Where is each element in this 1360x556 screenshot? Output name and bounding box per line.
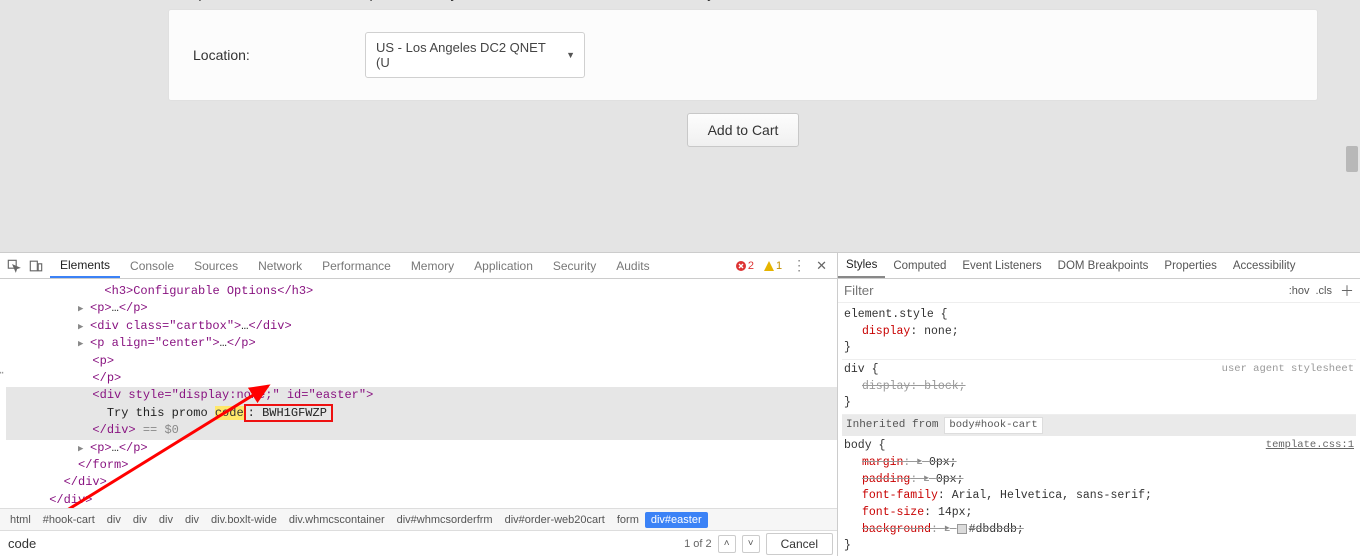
scrollbar[interactable] xyxy=(1346,146,1358,172)
add-rule-button[interactable]: ＋ xyxy=(1340,281,1354,301)
options-card: Location: US - Los Angeles DC2 QNET (U ▼ xyxy=(168,9,1318,101)
crumb-div[interactable]: div xyxy=(127,512,153,528)
tab-network[interactable]: Network xyxy=(248,253,312,278)
tab-properties[interactable]: Properties xyxy=(1156,253,1224,278)
highlighted-match: code xyxy=(215,406,244,420)
tab-security[interactable]: Security xyxy=(543,253,606,278)
color-swatch-icon[interactable] xyxy=(957,524,967,534)
location-select[interactable]: US - Los Angeles DC2 QNET (U xyxy=(365,32,585,78)
gutter-icon: ⋯ xyxy=(0,367,5,383)
find-prev-button[interactable]: ˄ xyxy=(718,535,736,553)
crumb-boxlt[interactable]: div.boxlt-wide xyxy=(205,512,283,528)
intro-text: This product/service has some options wh… xyxy=(168,0,1318,3)
inherited-chip[interactable]: body#hook-cart xyxy=(944,417,1042,434)
find-next-button[interactable]: ˅ xyxy=(742,535,760,553)
crumb-easter[interactable]: div#easter xyxy=(645,512,708,528)
breadcrumb: html #hook-cart div div div div div.boxl… xyxy=(0,508,837,530)
crumb-div[interactable]: div xyxy=(101,512,127,528)
crumb-html[interactable]: html xyxy=(4,512,37,528)
find-cancel-button[interactable]: Cancel xyxy=(766,533,833,555)
crumb-hook-cart[interactable]: #hook-cart xyxy=(37,512,101,528)
styles-tabs: Styles Computed Event Listeners DOM Brea… xyxy=(838,253,1360,279)
tab-computed[interactable]: Computed xyxy=(885,253,954,278)
css-source-link[interactable]: template.css:1 xyxy=(1266,438,1354,453)
devtools-tabs: Elements Console Sources Network Perform… xyxy=(0,253,837,279)
tab-performance[interactable]: Performance xyxy=(312,253,401,278)
inspect-icon[interactable] xyxy=(6,258,22,274)
dom-tree[interactable]: ⋯ <h3>Configurable Options</h3> ▶<p>…</p… xyxy=(0,279,837,508)
tab-application[interactable]: Application xyxy=(464,253,543,278)
cls-toggle[interactable]: .cls xyxy=(1316,285,1333,297)
tab-event-listeners[interactable]: Event Listeners xyxy=(954,253,1049,278)
devtools-panel: Elements Console Sources Network Perform… xyxy=(0,252,1360,556)
find-count: 1 of 2 xyxy=(684,538,712,550)
error-count[interactable]: 2 xyxy=(736,260,754,272)
crumb-order-web20cart[interactable]: div#order-web20cart xyxy=(499,512,611,528)
crumb-div[interactable]: div xyxy=(153,512,179,528)
inherited-bar: Inherited from body#hook-cart xyxy=(842,415,1356,436)
tab-memory[interactable]: Memory xyxy=(401,253,464,278)
find-input[interactable] xyxy=(4,534,678,553)
tab-sources[interactable]: Sources xyxy=(184,253,248,278)
tab-audits[interactable]: Audits xyxy=(606,253,659,278)
tab-accessibility[interactable]: Accessibility xyxy=(1225,253,1304,278)
crumb-form[interactable]: form xyxy=(611,512,645,528)
tab-console[interactable]: Console xyxy=(120,253,184,278)
crumb-orderfrm[interactable]: div#whmcsorderfrm xyxy=(391,512,499,528)
device-toggle-icon[interactable] xyxy=(28,258,44,274)
crumb-div[interactable]: div xyxy=(179,512,205,528)
ua-note: user agent stylesheet xyxy=(1222,362,1354,377)
styles-filter-input[interactable] xyxy=(844,283,1283,298)
tab-styles[interactable]: Styles xyxy=(838,253,885,278)
styles-body[interactable]: element.style { display: none; } user ag… xyxy=(838,303,1360,556)
tab-dom-breakpoints[interactable]: DOM Breakpoints xyxy=(1050,253,1157,278)
warning-count[interactable]: 1 xyxy=(764,260,782,272)
location-label: Location: xyxy=(193,47,365,63)
hov-toggle[interactable]: :hov xyxy=(1289,285,1310,297)
promo-code-highlight: : BWH1GFWZP xyxy=(244,404,333,422)
tab-elements[interactable]: Elements xyxy=(50,253,120,278)
add-to-cart-button[interactable]: Add to Cart xyxy=(687,113,800,147)
close-icon[interactable]: ✕ xyxy=(816,258,827,274)
find-bar: 1 of 2 ˄ ˅ Cancel xyxy=(0,530,837,556)
more-icon[interactable]: ⋮ xyxy=(792,257,806,274)
crumb-whmcscontainer[interactable]: div.whmcscontainer xyxy=(283,512,391,528)
